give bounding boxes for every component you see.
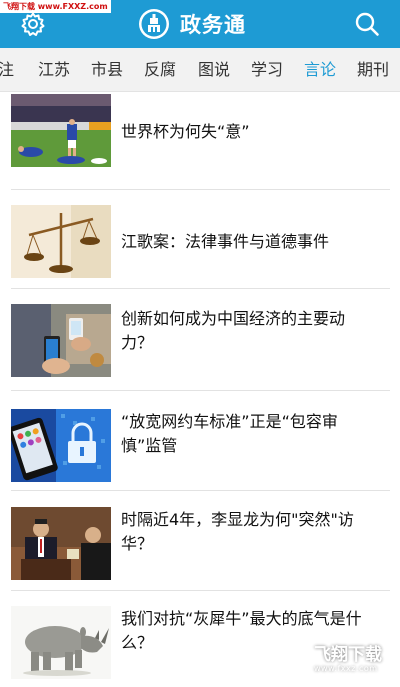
article-title: 江歌案：法律事件与道德事件 [121,232,330,251]
speaker-podium-image [11,507,111,580]
soccer-players-image [11,94,111,167]
article-title: “放宽网约车标准”正是“包容审慎”监管 [121,410,371,458]
site-watermark: 飞翔下载 www.FXXZ.com [0,0,111,13]
tab-tushuo[interactable]: 图说 [198,48,230,91]
article-title-text: 时隔近4年，李显龙为何"突然"访华？ [121,510,354,553]
watermark-text: 飞翔下载 www.fxxz.com [314,646,382,674]
divider [11,490,390,491]
list-item[interactable]: 世界杯为何失“意” [0,92,400,192]
watermark-logo-icon [276,643,310,677]
tab-jiangsu[interactable]: 江苏 [38,48,70,91]
article-list: 世界杯为何失“意” 江歌案：法律事件与道德事件 创新如何成为中国经济的主要动力？… [0,92,400,687]
thumbnail-image [11,507,111,580]
download-site-watermark: 飞翔下载 www.fxxz.com [276,641,394,679]
article-title-text: 创新如何成为中国经济的主要动力？ [121,309,346,352]
mobile-payment-image [11,304,111,377]
tab-anticorruption[interactable]: 反腐 [144,48,176,91]
tab-partial[interactable]: 注 [0,48,14,91]
list-item[interactable]: “放宽网约车标准”正是“包容审慎”监管 [0,400,400,500]
emblem-icon [139,9,169,39]
divider [11,288,390,289]
search-icon [355,12,379,36]
article-title: 世界杯为何失“意” [121,122,250,141]
settings-button[interactable] [20,11,46,37]
divider [11,390,390,391]
app-title: 政务通 [180,13,246,37]
thumbnail-image [11,94,111,167]
divider [11,590,390,591]
thumbnail-image [11,606,111,679]
divider [11,189,390,190]
thumbnail-image [11,409,111,482]
app-logo: 政务通 [138,7,246,41]
search-button[interactable] [354,11,380,37]
tab-journal[interactable]: 期刊 [357,48,389,91]
rhinoceros-image [11,606,111,679]
watermark-url: www.fxxz.com [314,664,378,673]
gear-icon [21,12,45,36]
smartphone-lock-image [11,409,111,482]
tab-study[interactable]: 学习 [251,48,283,91]
tab-opinion[interactable]: 言论 [304,48,336,91]
justice-scales-image [11,205,111,278]
category-tabs: 注 江苏 市县 反腐 图说 学习 言论 期刊 [0,48,400,92]
article-title: 创新如何成为中国经济的主要动力？ [121,307,371,355]
list-item[interactable]: 创新如何成为中国经济的主要动力？ [0,297,400,397]
article-title-text: “放宽网约车标准”正是“包容审慎”监管 [121,412,338,455]
thumbnail-image [11,304,111,377]
thumbnail-image [11,205,111,278]
app-header: 飞翔下载 www.FXXZ.com 政务通 [0,0,400,48]
watermark-title: 飞翔下载 [314,645,382,665]
tab-shixian[interactable]: 市县 [91,48,123,91]
article-title: 时隔近4年，李显龙为何"突然"访华？ [121,508,371,556]
list-item[interactable]: 时隔近4年，李显龙为何"突然"访华？ [0,498,400,598]
list-item[interactable]: 江歌案：法律事件与道德事件 [0,197,400,297]
